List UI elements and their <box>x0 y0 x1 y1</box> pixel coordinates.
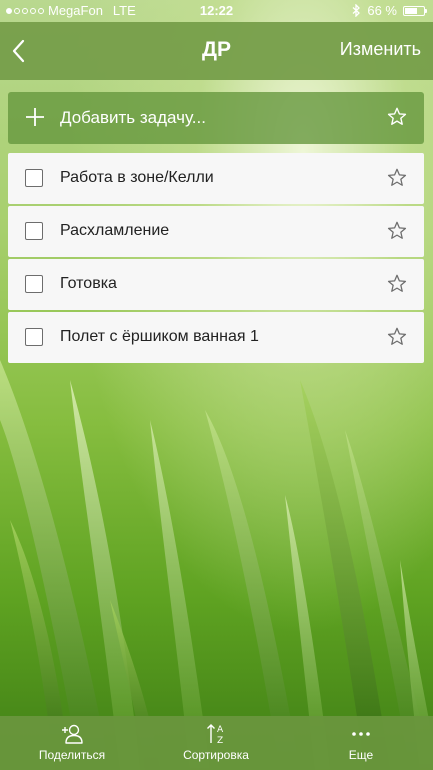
navigation-bar: ДР Изменить <box>0 22 433 80</box>
task-row[interactable]: Готовка <box>8 259 424 310</box>
sort-icon: A Z <box>207 724 224 746</box>
task-checkbox[interactable] <box>25 222 43 240</box>
bluetooth-icon <box>352 4 361 17</box>
add-task-input[interactable]: Добавить задачу... <box>60 108 206 128</box>
battery-percent: 66 % <box>367 3 397 18</box>
more-button[interactable]: Еще <box>306 722 416 762</box>
status-right: 66 % <box>352 3 427 18</box>
sort-label: Сортировка <box>183 748 249 762</box>
task-checkbox[interactable] <box>25 169 43 187</box>
task-label: Полет с ёршиком ванная 1 <box>60 328 259 345</box>
star-icon[interactable] <box>386 273 408 295</box>
more-dots-icon <box>352 732 370 736</box>
star-icon[interactable] <box>386 167 408 189</box>
task-checkbox[interactable] <box>25 275 43 293</box>
sort-button[interactable]: A Z Сортировка <box>161 722 271 762</box>
task-label: Готовка <box>60 275 117 292</box>
task-row[interactable]: Полет с ёршиком ванная 1 <box>8 312 424 363</box>
more-label: Еще <box>348 748 374 762</box>
plus-icon <box>26 108 44 126</box>
task-row[interactable]: Расхламление <box>8 206 424 257</box>
task-label: Работа в зоне/Келли <box>60 169 214 186</box>
battery-icon <box>403 5 427 16</box>
bottom-toolbar: Поделиться A Z Сортировка Еще <box>0 716 433 770</box>
add-task-row[interactable]: Добавить задачу... <box>8 92 424 144</box>
svg-text:Z: Z <box>217 736 223 746</box>
status-bar: MegaFon LTE 12:22 66 % <box>0 0 433 22</box>
star-icon[interactable] <box>386 220 408 242</box>
svg-text:A: A <box>217 725 224 735</box>
star-icon[interactable] <box>386 326 408 348</box>
share-button[interactable]: Поделиться <box>17 722 127 762</box>
star-icon[interactable] <box>386 106 408 128</box>
task-row[interactable]: Работа в зоне/Келли <box>8 153 424 204</box>
add-person-icon <box>62 724 83 744</box>
share-label: Поделиться <box>38 748 106 762</box>
task-label: Расхламление <box>60 222 170 239</box>
edit-button[interactable]: Изменить <box>340 39 421 60</box>
task-checkbox[interactable] <box>25 328 43 346</box>
